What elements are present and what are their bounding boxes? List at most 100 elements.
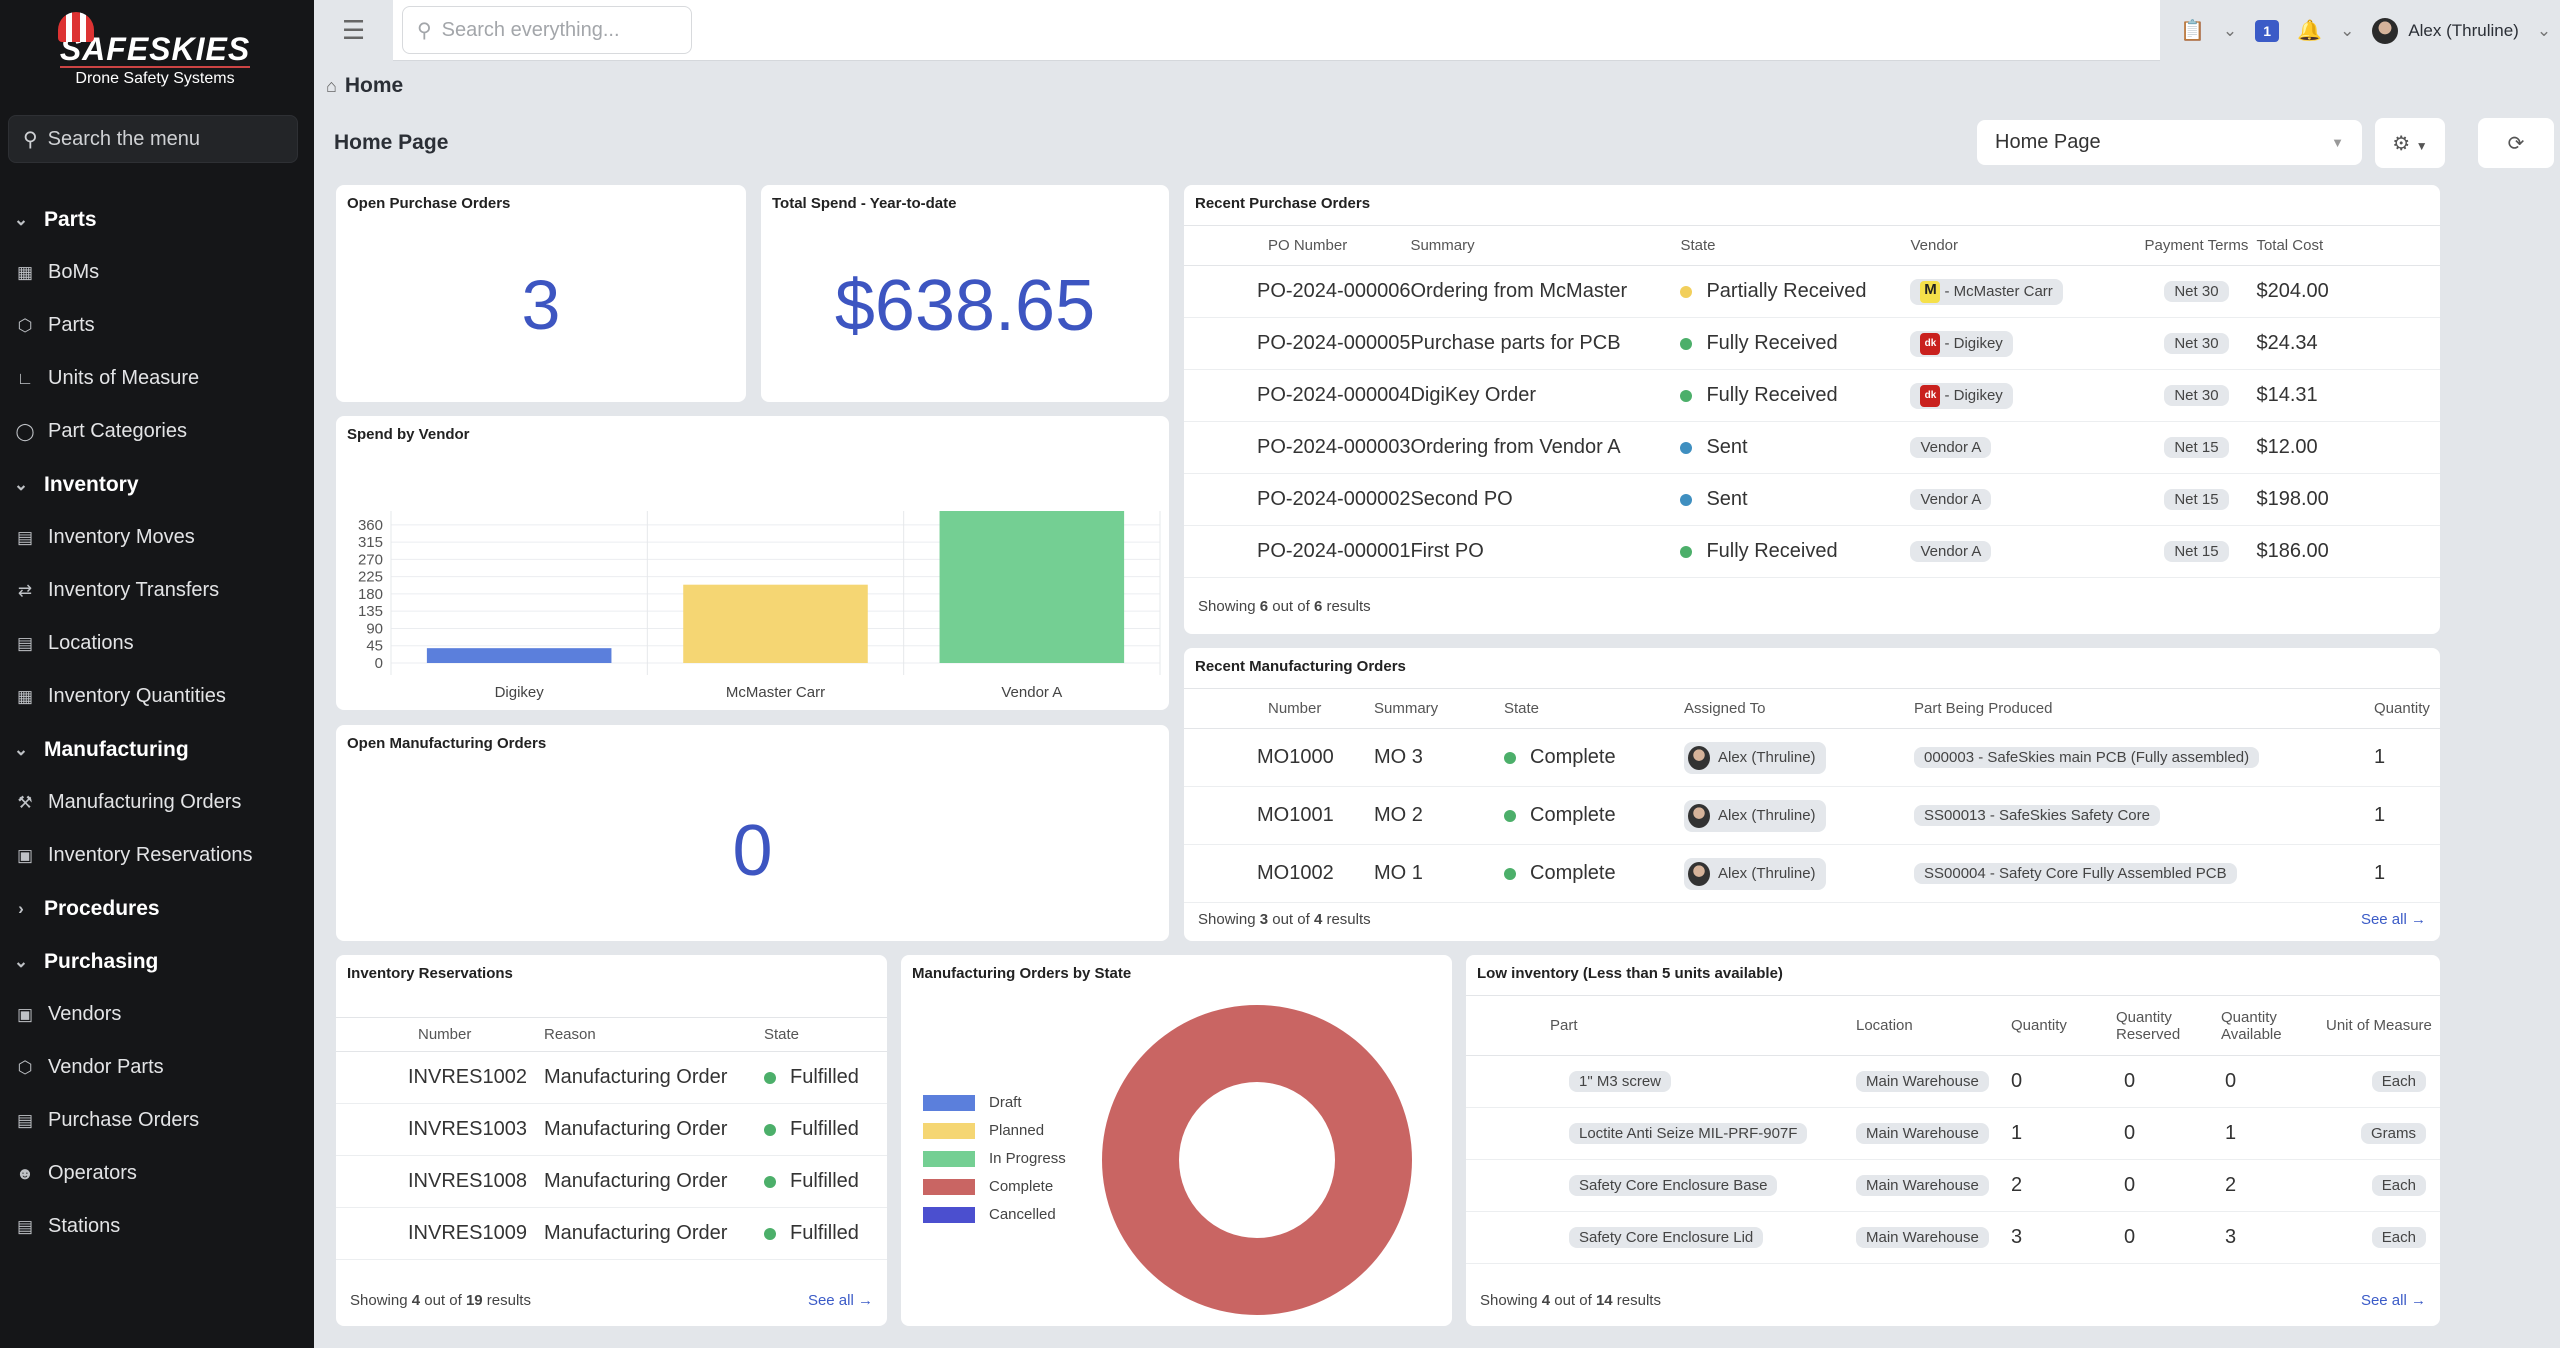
vendor-pill[interactable]: Vendor A — [1910, 437, 1992, 459]
part-pill[interactable]: SS00013 - SafeSkies Safety Core — [1914, 805, 2160, 827]
column-header[interactable]: Reason — [544, 1017, 764, 1052]
table-row[interactable]: PO-2024-000004 DigiKey Order Fully Receive… — [1184, 369, 2440, 422]
sidebar-item-units-of-measure[interactable]: ∟ Units of Measure — [0, 352, 314, 405]
sidebar-item-operators[interactable]: ☻ Operators — [0, 1147, 314, 1200]
column-header[interactable]: State — [1680, 225, 1911, 266]
part-pill[interactable]: Safety Core Enclosure Lid — [1569, 1227, 1764, 1249]
sidebar-item-boms[interactable]: ▦ BoMs — [0, 246, 314, 299]
column-header[interactable]: Payment Terms — [2136, 225, 2257, 266]
part-pill[interactable]: 1" M3 screw — [1569, 1071, 1672, 1093]
vendor-pill[interactable]: Vendor A — [1910, 489, 1992, 511]
location-pill[interactable]: Main Warehouse — [1856, 1175, 1989, 1197]
sidebar-section-manufacturing[interactable]: ⌄ Manufacturing — [0, 723, 314, 776]
mo-number[interactable]: MO1002 — [1184, 844, 1374, 903]
column-header[interactable]: PO Number — [1184, 225, 1411, 266]
sidebar-item-purchase-orders[interactable]: ▤ Purchase Orders — [0, 1094, 314, 1147]
sidebar-item-manufacturing-orders[interactable]: ⚒ Manufacturing Orders — [0, 776, 314, 829]
open-purchase-orders-card[interactable]: Open Purchase Orders 3 — [336, 185, 746, 402]
page-select[interactable]: Home Page ▼ — [1977, 120, 2362, 165]
sidebar-item-inventory-moves[interactable]: ▤ Inventory Moves — [0, 511, 314, 564]
table-row[interactable]: Safety Core Enclosure Lid Main Warehouse 3… — [1466, 1211, 2440, 1264]
column-header[interactable]: Number — [336, 1017, 544, 1052]
user-avatar[interactable] — [2372, 17, 2399, 44]
column-header[interactable]: Summary — [1374, 688, 1504, 729]
sidebar-item-inventory-reservations[interactable]: ▣ Inventory Reservations — [0, 829, 314, 882]
assignee-pill[interactable]: Alex (Thruline) — [1684, 741, 1826, 774]
vendor-pill[interactable]: dk - Digikey — [1910, 382, 2013, 409]
po-number[interactable]: PO-2024-000005 — [1184, 317, 1411, 370]
global-search-input[interactable]: ⚲ Search everything... — [402, 6, 692, 54]
table-row[interactable]: MO1002 MO 1 Complete Alex (Thruline) SS00004… — [1184, 844, 2440, 903]
sidebar-section-parts[interactable]: ⌄ Parts — [0, 193, 314, 246]
vendor-pill[interactable]: Vendor A — [1910, 541, 1992, 563]
column-header[interactable]: Vendor — [1910, 225, 2137, 266]
part-pill[interactable]: Loctite Anti Seize MIL-PRF-907F — [1569, 1123, 1808, 1145]
refresh-button[interactable]: ⟳ — [2478, 118, 2554, 168]
column-header[interactable]: Quantity Available — [2221, 995, 2326, 1056]
sidebar-item-inventory-transfers[interactable]: ⇄ Inventory Transfers — [0, 564, 314, 617]
table-row[interactable]: Safety Core Enclosure Base Main Warehouse… — [1466, 1159, 2440, 1212]
table-row[interactable]: PO-2024-000005 Purchase parts for PCB Full… — [1184, 317, 2440, 370]
assignee-pill[interactable]: Alex (Thruline) — [1684, 857, 1826, 890]
sidebar-item-vendors[interactable]: ▣ Vendors — [0, 988, 314, 1041]
chevron-down-icon[interactable]: ⌄ — [2223, 21, 2237, 41]
notification-count-badge[interactable]: 1 — [2255, 19, 2280, 42]
see-all-link[interactable]: See all → — [2361, 1292, 2426, 1309]
reservation-number[interactable]: INVRES1009 — [336, 1207, 544, 1260]
menu-search-input[interactable]: ⚲ Search the menu — [8, 115, 298, 163]
chevron-down-icon[interactable]: ⌄ — [2340, 21, 2354, 41]
sidebar-item-part-categories[interactable]: ◯ Part Categories — [0, 405, 314, 458]
bell-icon[interactable]: 🔔 — [2297, 18, 2322, 43]
reservation-number[interactable]: INVRES1003 — [336, 1103, 544, 1156]
table-row[interactable]: 1" M3 screw Main Warehouse 0 0 0 Each — [1466, 1055, 2440, 1108]
po-number[interactable]: PO-2024-000004 — [1184, 369, 1411, 422]
safeskies-logo[interactable]: SAFESKIES Drone Safety Systems — [55, 12, 255, 92]
po-number[interactable]: PO-2024-000002 — [1184, 473, 1411, 526]
part-pill[interactable]: 000003 - SafeSkies main PCB (Fully assem… — [1914, 747, 2260, 769]
sidebar-section-procedures[interactable]: › Procedures — [0, 882, 314, 935]
part-pill[interactable]: Safety Core Enclosure Base — [1569, 1175, 1778, 1197]
column-header[interactable]: Unit of Measure — [2326, 995, 2440, 1056]
sidebar-section-purchasing[interactable]: ⌄ Purchasing — [0, 935, 314, 988]
user-name[interactable]: Alex (Thruline) — [2408, 21, 2519, 41]
see-all-link[interactable]: See all → — [808, 1292, 873, 1309]
table-row[interactable]: INVRES1003 Manufacturing Order Fulfilled — [336, 1103, 887, 1156]
mo-number[interactable]: MO1000 — [1184, 728, 1374, 787]
hamburger-menu-icon[interactable]: ☰ — [314, 0, 393, 61]
sidebar-item-inventory-quantities[interactable]: ▦ Inventory Quantities — [0, 670, 314, 723]
column-header[interactable]: Part Being Produced — [1914, 688, 2374, 729]
column-header[interactable]: State — [764, 1017, 887, 1052]
table-row[interactable]: INVRES1008 Manufacturing Order Fulfilled — [336, 1155, 887, 1208]
location-pill[interactable]: Main Warehouse — [1856, 1071, 1989, 1093]
column-header[interactable]: Total Cost — [2256, 225, 2440, 266]
table-row[interactable]: INVRES1002 Manufacturing Order Fulfilled — [336, 1051, 887, 1104]
table-row[interactable]: PO-2024-000006 Ordering from McMaster Part… — [1184, 265, 2440, 318]
reservation-number[interactable]: INVRES1002 — [336, 1051, 544, 1104]
column-header[interactable]: Quantity Reserved — [2116, 995, 2221, 1056]
clipboard-check-icon[interactable]: 📋 — [2180, 18, 2205, 43]
sidebar-item-vendor-parts[interactable]: ⬡ Vendor Parts — [0, 1041, 314, 1094]
location-pill[interactable]: Main Warehouse — [1856, 1123, 1989, 1145]
vendor-pill[interactable]: M- McMaster Carr — [1910, 278, 2063, 305]
sidebar-item-parts[interactable]: ⬡ Parts — [0, 299, 314, 352]
sidebar-item-stations[interactable]: ▤ Stations — [0, 1200, 314, 1253]
column-header[interactable]: Number — [1184, 688, 1374, 729]
table-row[interactable]: PO-2024-000001 First PO Fully Received Vend… — [1184, 525, 2440, 578]
column-header[interactable]: Location — [1856, 995, 2011, 1056]
assignee-pill[interactable]: Alex (Thruline) — [1684, 799, 1826, 832]
column-header[interactable]: Summary — [1410, 225, 1681, 266]
sidebar-section-inventory[interactable]: ⌄ Inventory — [0, 458, 314, 511]
table-row[interactable]: Loctite Anti Seize MIL-PRF-907F Main Ware… — [1466, 1107, 2440, 1160]
column-header[interactable]: State — [1504, 688, 1684, 729]
breadcrumb-home[interactable]: Home — [345, 74, 403, 98]
part-pill[interactable]: SS00004 - Safety Core Fully Assembled PC… — [1914, 863, 2237, 885]
column-header[interactable]: Quantity — [2011, 995, 2116, 1056]
reservation-number[interactable]: INVRES1008 — [336, 1155, 544, 1208]
table-row[interactable]: PO-2024-000002 Second PO Sent Vendor A Net 1… — [1184, 473, 2440, 526]
donut-slice-complete[interactable] — [1102, 1005, 1412, 1315]
vendor-pill[interactable]: dk - Digikey — [1910, 330, 2013, 357]
mo-number[interactable]: MO1001 — [1184, 786, 1374, 845]
chevron-down-icon[interactable]: ⌄ — [2537, 21, 2551, 41]
column-header[interactable]: Assigned To — [1684, 688, 1914, 729]
home-icon[interactable]: ⌂ — [326, 76, 337, 97]
